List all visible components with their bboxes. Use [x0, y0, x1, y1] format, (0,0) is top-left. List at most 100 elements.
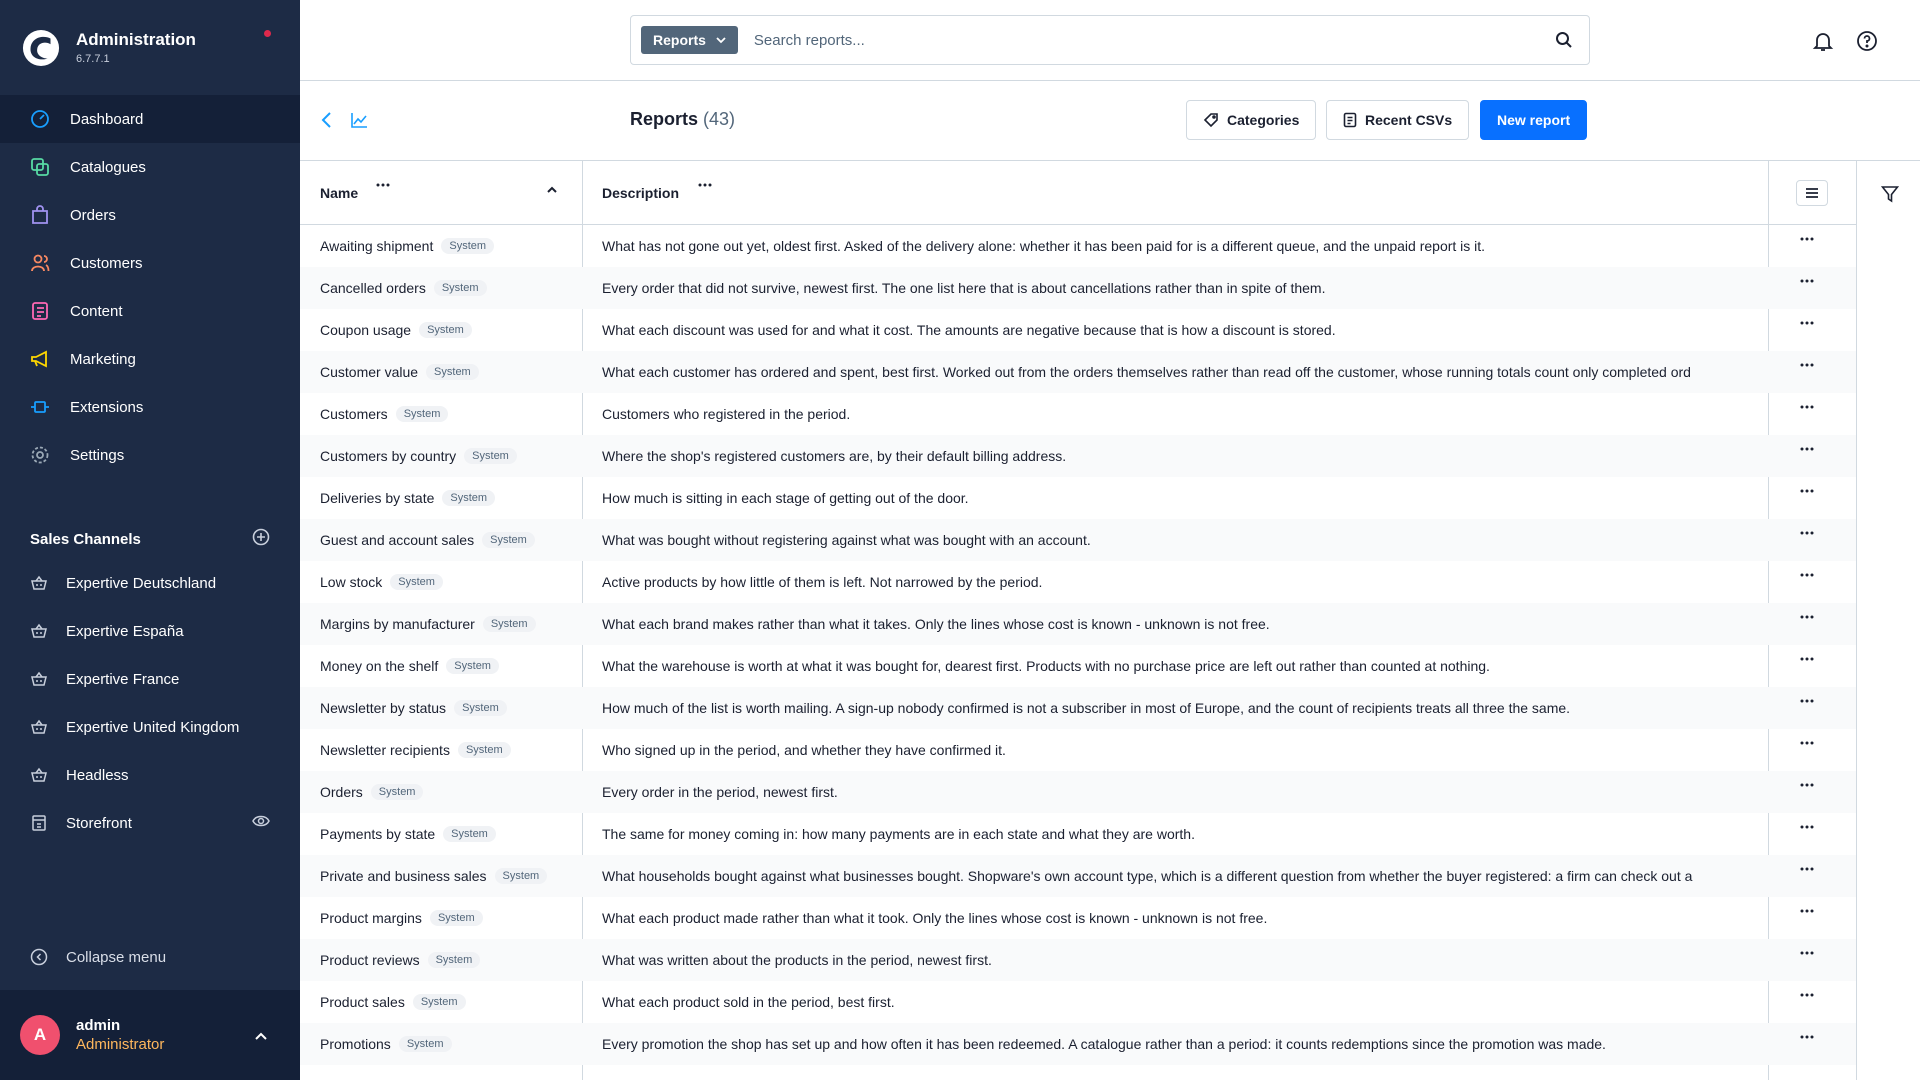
- sales-channel-item[interactable]: Expertive France: [0, 655, 300, 703]
- nav-item-extensions[interactable]: Extensions: [0, 383, 300, 431]
- sales-channel-item[interactable]: Storefront: [0, 799, 300, 847]
- sales-channel-item[interactable]: Expertive Deutschland: [0, 559, 300, 607]
- row-actions-icon[interactable]: [1800, 867, 1814, 871]
- row-actions-icon[interactable]: [1800, 447, 1814, 451]
- row-actions-icon[interactable]: [1800, 657, 1814, 661]
- eye-icon[interactable]: [252, 814, 270, 832]
- table-row[interactable]: Margins by manufacturer System What each b…: [300, 603, 1856, 645]
- table-row[interactable]: Product sales System What each product sol…: [300, 981, 1856, 1023]
- report-name[interactable]: Customers by country: [320, 448, 456, 464]
- row-actions-icon[interactable]: [1800, 993, 1814, 997]
- report-name[interactable]: Margins by manufacturer: [320, 616, 475, 632]
- report-name[interactable]: Payments by state: [320, 826, 435, 842]
- sales-channel-item[interactable]: Expertive España: [0, 607, 300, 655]
- table-row[interactable]: Orders System Every order in the period, n…: [300, 771, 1856, 813]
- report-name[interactable]: Orders: [320, 784, 363, 800]
- bell-icon[interactable]: [1812, 30, 1834, 52]
- user-menu[interactable]: A admin Administrator: [0, 990, 300, 1080]
- grid-settings-button[interactable]: [1796, 180, 1828, 206]
- row-actions-icon[interactable]: [1800, 237, 1814, 241]
- table-row[interactable]: Product margins System What each product m…: [300, 897, 1856, 939]
- report-name[interactable]: Newsletter by status: [320, 700, 446, 716]
- row-actions-icon[interactable]: [1800, 321, 1814, 325]
- search-type-select[interactable]: Reports: [641, 26, 738, 54]
- sort-ascending-icon[interactable]: [546, 186, 558, 194]
- nav-item-dashboard[interactable]: Dashboard: [0, 95, 300, 143]
- row-actions-icon[interactable]: [1800, 363, 1814, 367]
- nav-item-orders[interactable]: Orders: [0, 191, 300, 239]
- column-header-name[interactable]: Name: [320, 185, 358, 201]
- chevron-up-icon[interactable]: [254, 1028, 268, 1046]
- row-actions-icon[interactable]: [1800, 531, 1814, 535]
- report-name[interactable]: Product reviews: [320, 952, 420, 968]
- row-actions-icon[interactable]: [1800, 573, 1814, 577]
- report-name[interactable]: Promotions: [320, 1036, 391, 1052]
- nav-item-content[interactable]: Content: [0, 287, 300, 335]
- nav-item-marketing[interactable]: Marketing: [0, 335, 300, 383]
- row-actions-icon[interactable]: [1800, 1035, 1814, 1039]
- sales-channel-item[interactable]: Headless: [0, 751, 300, 799]
- report-name[interactable]: Customer value: [320, 364, 418, 380]
- row-actions-icon[interactable]: [1800, 615, 1814, 619]
- table-row[interactable]: Customers by country System Where the shop…: [300, 435, 1856, 477]
- row-actions-icon[interactable]: [1800, 279, 1814, 283]
- nav-item-customers[interactable]: Customers: [0, 239, 300, 287]
- report-name-cell: Private and business sales System: [320, 868, 548, 884]
- table-row[interactable]: Awaiting shipment System What has not gone…: [300, 225, 1856, 267]
- table-row[interactable]: Deliveries by state System How much is sit…: [300, 477, 1856, 519]
- row-actions-icon[interactable]: [1800, 741, 1814, 745]
- report-name[interactable]: Product sales: [320, 994, 405, 1010]
- report-name[interactable]: Newsletter recipients: [320, 742, 450, 758]
- report-name[interactable]: Cancelled orders: [320, 280, 426, 296]
- row-actions-icon[interactable]: [1800, 825, 1814, 829]
- table-row[interactable]: Promotions System Every promotion the shop…: [300, 1023, 1856, 1065]
- sales-channel-item[interactable]: Expertive United Kingdom: [0, 703, 300, 751]
- row-actions-icon[interactable]: [1800, 699, 1814, 703]
- table-row[interactable]: Cancelled orders System Every order that d…: [300, 267, 1856, 309]
- shopware-logo-icon[interactable]: [22, 29, 60, 67]
- report-name[interactable]: Money on the shelf: [320, 658, 438, 674]
- table-row[interactable]: Payments by state System The same for mone…: [300, 813, 1856, 855]
- row-actions-icon[interactable]: [1800, 489, 1814, 493]
- sales-channel-label: Storefront: [66, 814, 132, 832]
- table-row[interactable]: Product reviews System What was written ab…: [300, 939, 1856, 981]
- table-row[interactable]: Customers System Customers who registered …: [300, 393, 1856, 435]
- column-options-icon[interactable]: [376, 183, 390, 187]
- filter-icon[interactable]: [1881, 185, 1899, 203]
- add-sales-channel-icon[interactable]: [252, 528, 270, 550]
- report-name[interactable]: Low stock: [320, 574, 382, 590]
- column-options-icon[interactable]: [698, 183, 712, 187]
- new-report-button[interactable]: New report: [1480, 100, 1588, 140]
- row-actions-icon[interactable]: [1800, 405, 1814, 409]
- column-header-description[interactable]: Description: [602, 185, 679, 201]
- table-row[interactable]: Newsletter recipients System Who signed up…: [300, 729, 1856, 771]
- recent-csvs-button[interactable]: Recent CSVs: [1326, 100, 1470, 140]
- table-row[interactable]: Money on the shelf System What the warehou…: [300, 645, 1856, 687]
- row-actions-icon[interactable]: [1800, 909, 1814, 913]
- row-actions-icon[interactable]: [1800, 951, 1814, 955]
- report-name[interactable]: Coupon usage: [320, 322, 411, 338]
- categories-button[interactable]: Categories: [1186, 100, 1317, 140]
- report-name[interactable]: Deliveries by state: [320, 490, 434, 506]
- sales-channel-label: Headless: [66, 766, 129, 784]
- table-row[interactable]: Newsletter by status System How much of th…: [300, 687, 1856, 729]
- nav-item-settings[interactable]: Settings: [0, 431, 300, 479]
- collapse-menu-button[interactable]: Collapse menu: [0, 937, 300, 977]
- table-row[interactable]: Coupon usage System What each discount was…: [300, 309, 1856, 351]
- report-name[interactable]: Private and business sales: [320, 868, 487, 884]
- report-name[interactable]: Customers: [320, 406, 388, 422]
- help-icon[interactable]: [1856, 30, 1878, 52]
- document-icon: [1343, 112, 1357, 128]
- table-row[interactable]: Private and business sales System What hou…: [300, 855, 1856, 897]
- search-input[interactable]: [753, 31, 1555, 49]
- table-row[interactable]: Guest and account sales System What was bo…: [300, 519, 1856, 561]
- search-icon[interactable]: [1555, 31, 1573, 49]
- report-name[interactable]: Awaiting shipment: [320, 238, 433, 254]
- back-chevron-icon[interactable]: [320, 111, 334, 129]
- report-name[interactable]: Product margins: [320, 910, 422, 926]
- row-actions-icon[interactable]: [1800, 783, 1814, 787]
- table-row[interactable]: Low stock System Active products by how li…: [300, 561, 1856, 603]
- report-name[interactable]: Guest and account sales: [320, 532, 474, 548]
- table-row[interactable]: Customer value System What each customer h…: [300, 351, 1856, 393]
- nav-item-catalogues[interactable]: Catalogues: [0, 143, 300, 191]
